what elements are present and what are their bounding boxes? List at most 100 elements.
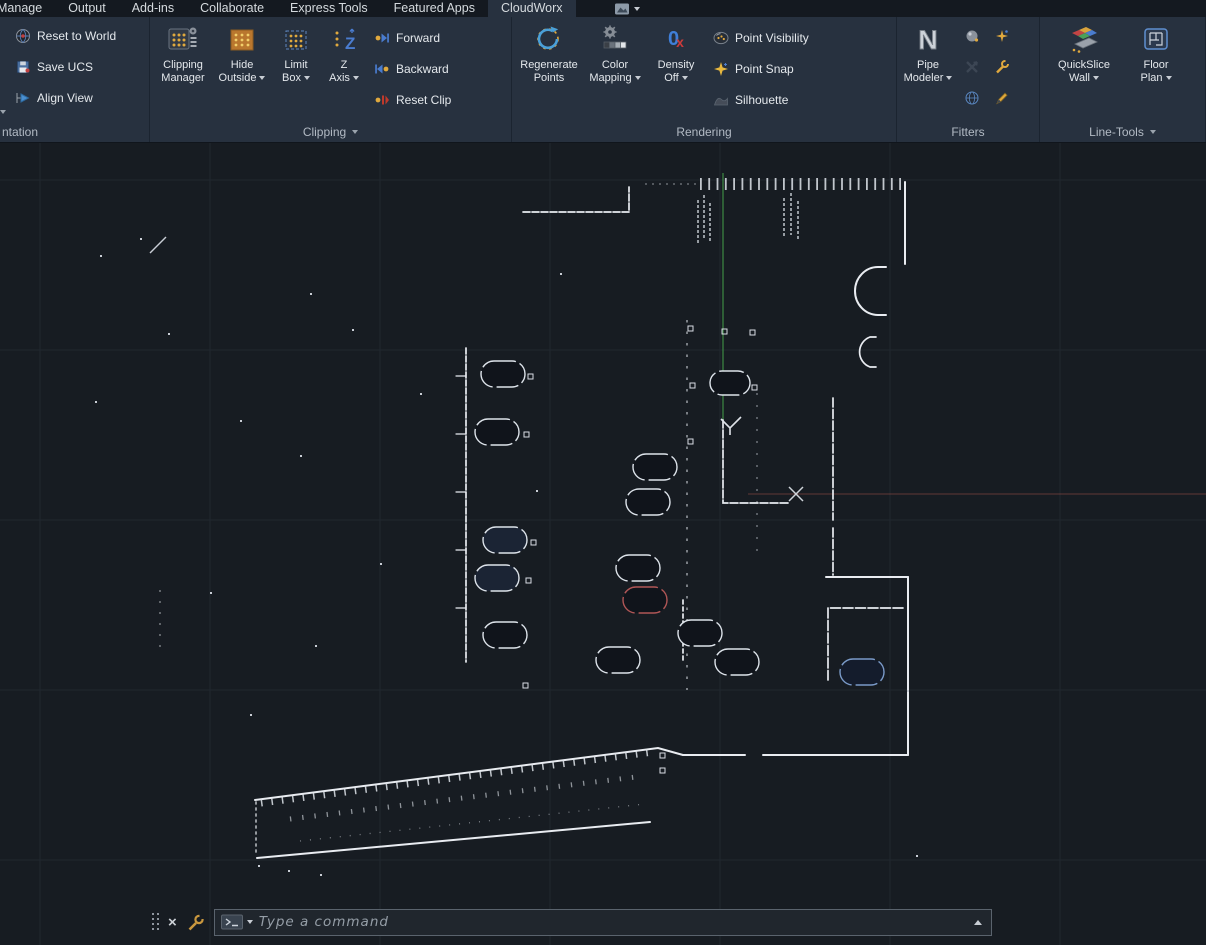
silhouette-button[interactable]: Silhouette [708, 84, 814, 115]
drawing-viewport[interactable] [0, 143, 1206, 945]
chevron-down-icon [352, 130, 358, 134]
wrench-fit-icon [994, 59, 1010, 75]
chevron-up-icon[interactable] [974, 920, 982, 925]
pipe-modeler-icon: N [912, 23, 944, 55]
tab-output[interactable]: Output [55, 0, 119, 17]
silhouette-icon [713, 92, 729, 108]
panel-clipping: Clipping Manager Hide Outside Limit Box … [150, 17, 512, 142]
color-mapping-icon [599, 23, 631, 55]
chevron-down-icon [1150, 130, 1156, 134]
quickslice-wall-icon [1068, 23, 1100, 55]
quickslice-wall-button[interactable]: QuickSlice Wall [1052, 20, 1116, 120]
point-snap-button[interactable]: Point Snap [708, 53, 814, 84]
pencil-fit-icon [994, 90, 1010, 106]
command-input[interactable] [259, 914, 968, 930]
globe-fit-icon [964, 90, 980, 106]
cross-arrows-icon [964, 59, 980, 75]
reset-clip-icon [374, 92, 390, 108]
fit-sphere-button[interactable] [964, 28, 980, 49]
tab-cloudworx[interactable]: CloudWorx [488, 0, 576, 17]
floor-plan-button[interactable]: Floor Plan [1132, 20, 1180, 120]
panel-title-clipping[interactable]: Clipping [150, 121, 511, 142]
tab-express-tools[interactable]: Express Tools [277, 0, 381, 17]
point-cloud-fixtures [475, 361, 884, 685]
chevron-down-icon [946, 76, 952, 80]
picture-icon [614, 1, 630, 17]
panel-line-tools: QuickSlice Wall Floor Plan Line-Tools [1040, 17, 1206, 142]
button-label: Reset to World [37, 29, 116, 43]
chevron-down-icon [247, 920, 253, 924]
command-prompt-icon [221, 914, 243, 930]
point-snap-icon [713, 61, 729, 77]
fit-pencil-button[interactable] [994, 90, 1010, 111]
svg-text:Z: Z [345, 34, 355, 53]
tab-manage[interactable]: Manage [0, 0, 55, 17]
panel-title-orientation[interactable]: ntation [0, 121, 149, 142]
ribbon-tab-bar: Manage Output Add-ins Collaborate Expres… [0, 0, 1206, 17]
panel-title-rendering[interactable]: Rendering [512, 121, 896, 142]
ribbon-display-toggle[interactable] [606, 0, 648, 17]
panel-orientation: Reset to World Save UCS Align View ntati… [0, 17, 150, 142]
clipped-button-caret[interactable] [0, 105, 10, 119]
panel-title-line-tools[interactable]: Line-Tools [1040, 121, 1205, 142]
panel-fitters: N Pipe Modeler Fitters [897, 17, 1040, 142]
panel-title-fitters[interactable]: Fitters [897, 121, 1039, 142]
z-axis-button[interactable]: Z Z Axis [324, 20, 364, 120]
chevron-down-icon [634, 7, 640, 11]
chevron-down-icon [0, 110, 6, 114]
point-cloud-specks [95, 238, 918, 876]
fit-spark-button[interactable] [994, 28, 1010, 49]
customize-wrench-icon[interactable] [186, 913, 205, 932]
chevron-down-icon [682, 76, 688, 80]
chevron-down-icon [353, 76, 359, 80]
forward-icon [374, 30, 390, 46]
hide-outside-button[interactable]: Hide Outside [216, 20, 268, 120]
svg-text:N: N [918, 25, 938, 55]
command-bar: × [152, 906, 992, 938]
chevron-down-icon [304, 76, 310, 80]
ribbon: Reset to World Save UCS Align View ntati… [0, 17, 1206, 143]
command-input-wrapper[interactable] [214, 909, 992, 936]
density-off-icon: 0x [660, 23, 692, 55]
button-label: Save UCS [37, 60, 93, 74]
chevron-down-icon [635, 76, 641, 80]
command-prompt-menu[interactable] [221, 914, 253, 930]
color-mapping-button[interactable]: Color Mapping [586, 20, 644, 120]
fit-arrows-button[interactable] [964, 59, 980, 80]
viewport-grid [0, 143, 1206, 945]
point-visibility-button[interactable]: Point Visibility [708, 22, 814, 53]
fit-globe-button[interactable] [964, 90, 980, 111]
ucs-marker [721, 417, 741, 435]
chevron-down-icon [1093, 76, 1099, 80]
fit-wrench-button[interactable] [994, 59, 1010, 80]
hide-outside-icon [226, 23, 258, 55]
limit-box-button[interactable]: Limit Box [273, 20, 319, 120]
sphere-fit-icon [964, 28, 980, 44]
align-view-button[interactable]: Align View [10, 82, 98, 113]
regenerate-points-button[interactable]: Regenerate Points [517, 20, 581, 120]
density-button[interactable]: 0x Density Off [649, 20, 703, 120]
z-axis-icon: Z [328, 23, 360, 55]
reset-world-icon [15, 28, 31, 44]
stray-line [150, 237, 166, 253]
tab-collaborate[interactable]: Collaborate [187, 0, 277, 17]
floor-plan-icon [1140, 23, 1172, 55]
spark-fit-icon [994, 28, 1010, 44]
reset-to-world-button[interactable]: Reset to World [10, 20, 121, 51]
chevron-down-icon [1166, 76, 1172, 80]
button-label: Align View [37, 91, 93, 105]
close-icon[interactable]: × [168, 915, 177, 930]
clipping-manager-button[interactable]: Clipping Manager [155, 20, 211, 120]
panel-rendering: Regenerate Points Color Mapping 0x Densi… [512, 17, 897, 142]
save-ucs-button[interactable]: Save UCS [10, 51, 98, 82]
chevron-down-icon [259, 76, 265, 80]
clipping-manager-icon [167, 23, 199, 55]
command-bar-grip[interactable] [152, 913, 159, 931]
clip-forward-button[interactable]: Forward [369, 22, 456, 53]
reset-clip-button[interactable]: Reset Clip [369, 84, 456, 115]
align-view-icon [15, 90, 31, 106]
tab-featured-apps[interactable]: Featured Apps [381, 0, 488, 17]
pipe-modeler-button[interactable]: N Pipe Modeler [902, 20, 954, 120]
clip-backward-button[interactable]: Backward [369, 53, 456, 84]
tab-add-ins[interactable]: Add-ins [119, 0, 187, 17]
